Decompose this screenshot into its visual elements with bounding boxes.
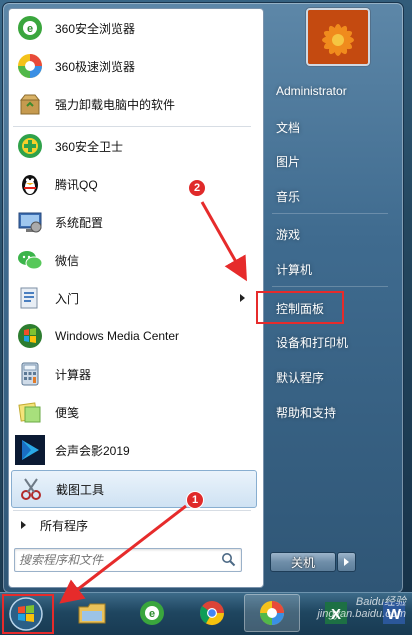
annotation-arrows: [59, 201, 247, 604]
watermark: Baidu经验 jingyan.baidu.com: [317, 596, 406, 620]
watermark-line2: jingyan.baidu.com: [317, 608, 406, 620]
step-badge-1: 1: [186, 491, 204, 509]
step-badge-2: 2: [188, 179, 206, 197]
watermark-line1: Baidu经验: [355, 596, 406, 608]
